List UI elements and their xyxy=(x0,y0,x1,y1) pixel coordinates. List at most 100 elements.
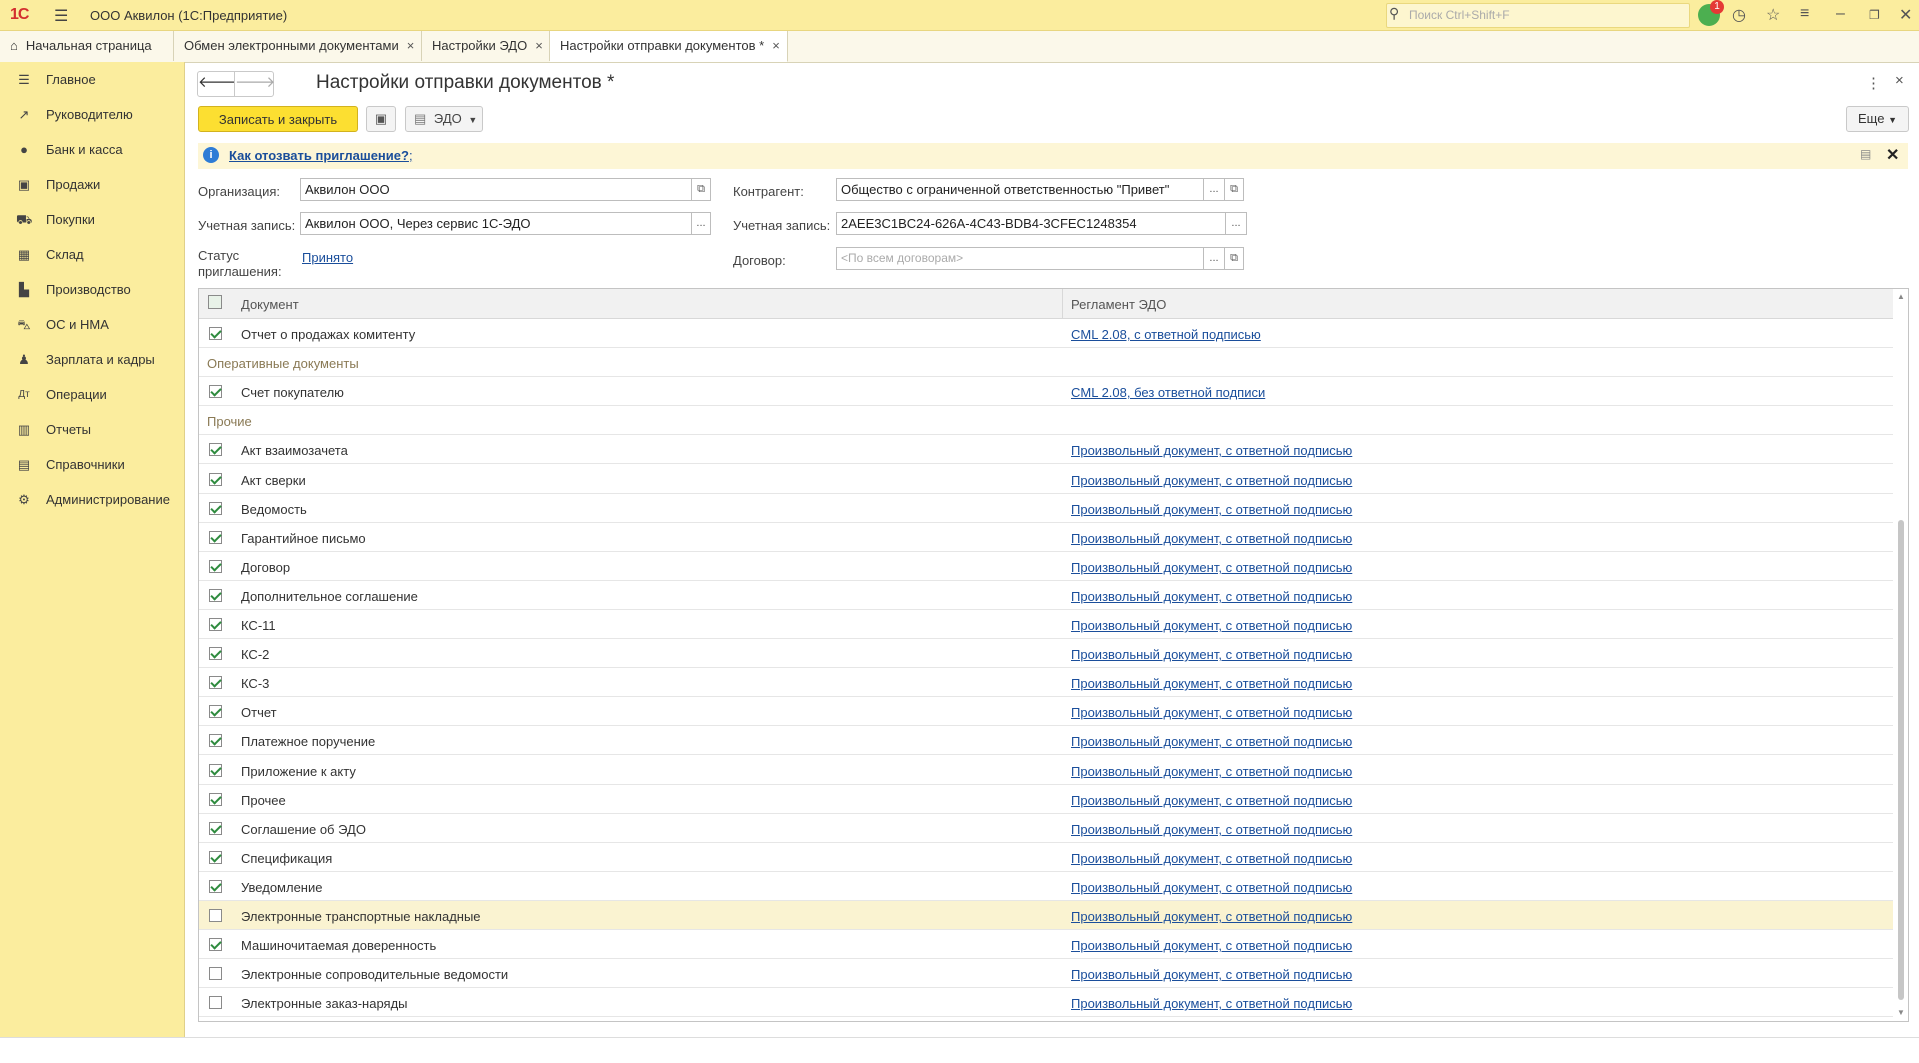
sidebar-item-main[interactable]: ☰ Главное xyxy=(0,62,184,97)
reglament-link[interactable]: Произвольный документ, с ответной подпис… xyxy=(1071,764,1352,779)
org-field[interactable]: Аквилон ООО xyxy=(300,178,692,201)
send-checkbox[interactable] xyxy=(209,531,222,544)
send-checkbox[interactable] xyxy=(209,938,222,951)
save-and-close-button[interactable]: Записать и закрыть xyxy=(198,106,358,132)
functions-menu-icon[interactable]: ≡ xyxy=(1800,5,1809,23)
select-account-button[interactable]: ... xyxy=(691,212,711,235)
table-row[interactable] xyxy=(199,872,1893,901)
scroll-up-icon[interactable]: ▲ xyxy=(1897,292,1905,301)
maximize-icon[interactable]: ❐ xyxy=(1869,8,1880,22)
favorites-icon[interactable]: ☆ xyxy=(1766,5,1780,25)
table-row[interactable] xyxy=(199,930,1893,959)
reglament-link[interactable]: Произвольный документ, с ответной подпис… xyxy=(1071,793,1352,808)
close-tab-icon[interactable]: × xyxy=(407,38,415,53)
send-checkbox[interactable] xyxy=(209,705,222,718)
send-checkbox[interactable] xyxy=(209,996,222,1009)
send-checkbox[interactable] xyxy=(209,880,222,893)
tab-send-settings[interactable]: Настройки отправки документов * × xyxy=(550,31,788,62)
edo-menu-button[interactable]: ▤ ЭДО ▼ xyxy=(405,106,483,132)
contract-field[interactable]: <По всем договорам> xyxy=(836,247,1204,270)
table-row[interactable] xyxy=(199,494,1893,523)
table-row[interactable] xyxy=(199,639,1893,668)
reglament-link[interactable]: CML 2.08, без ответной подписи xyxy=(1071,385,1265,400)
reglament-link[interactable]: Произвольный документ, с ответной подпис… xyxy=(1071,647,1352,662)
send-checkbox[interactable] xyxy=(209,618,222,631)
close-window-icon[interactable]: ✕ xyxy=(1899,5,1912,25)
send-checkbox[interactable] xyxy=(209,385,222,398)
sidebar-item-manager[interactable]: ↗ Руководителю xyxy=(0,97,184,132)
table-group-row[interactable] xyxy=(199,348,1893,377)
reglament-link[interactable]: Произвольный документ, с ответной подпис… xyxy=(1071,909,1352,924)
table-row[interactable] xyxy=(199,726,1893,755)
send-checkbox[interactable] xyxy=(209,676,222,689)
reglament-link[interactable]: Произвольный документ, с ответной подпис… xyxy=(1071,618,1352,633)
account-field[interactable]: Аквилон ООО, Через сервис 1С-ЭДО xyxy=(300,212,692,235)
send-checkbox[interactable] xyxy=(209,443,222,456)
close-form-icon[interactable]: × xyxy=(1895,72,1904,89)
reglament-link[interactable]: Произвольный документ, с ответной подпис… xyxy=(1071,822,1352,837)
counterparty-field[interactable]: Общество с ограниченной ответственностью… xyxy=(836,178,1204,201)
check-all-icon[interactable] xyxy=(208,295,222,309)
reglament-link[interactable]: Произвольный документ, с ответной подпис… xyxy=(1071,880,1352,895)
sidebar-item-production[interactable]: ▙ Производство xyxy=(0,272,184,307)
sidebar-item-reports[interactable]: ▥ Отчеты xyxy=(0,412,184,447)
sidebar-item-operations[interactable]: Дт Операции xyxy=(0,377,184,412)
more-actions-icon[interactable]: ⋮ xyxy=(1866,74,1881,92)
sidebar-item-catalogs[interactable]: ▤ Справочники xyxy=(0,447,184,482)
table-row[interactable] xyxy=(199,756,1893,785)
table-row[interactable] xyxy=(199,988,1893,1017)
send-checkbox[interactable] xyxy=(209,734,222,747)
reglament-link[interactable]: Произвольный документ, с ответной подпис… xyxy=(1071,589,1352,604)
table-row[interactable] xyxy=(199,377,1893,406)
table-row[interactable] xyxy=(199,581,1893,610)
tab-home[interactable]: ⌂ Начальная страница xyxy=(0,31,174,61)
forward-button[interactable]: 🡒 xyxy=(234,71,275,97)
cp-account-field[interactable]: 2AEE3C1BC24-626A-4C43-BDB4-3CFEC1248354 xyxy=(836,212,1226,235)
reglament-link[interactable]: Произвольный документ, с ответной подпис… xyxy=(1071,705,1352,720)
column-separator[interactable] xyxy=(1062,289,1063,318)
sidebar-item-assets[interactable]: ⛍ ОС и НМА xyxy=(0,307,184,342)
tab-edo-settings[interactable]: Настройки ЭДО × xyxy=(422,31,550,61)
history-icon[interactable]: ◷ xyxy=(1732,5,1746,25)
reglament-link[interactable]: Произвольный документ, с ответной подпис… xyxy=(1071,996,1352,1011)
document-icon[interactable]: ▤ xyxy=(1860,147,1871,161)
back-button[interactable]: 🡐 xyxy=(197,71,238,97)
main-menu-icon[interactable]: ☰ xyxy=(54,6,68,26)
send-checkbox[interactable] xyxy=(209,502,222,515)
select-contract-button[interactable]: ... xyxy=(1203,247,1225,270)
send-checkbox[interactable] xyxy=(209,909,222,922)
reglament-link[interactable]: Произвольный документ, с ответной подпис… xyxy=(1071,676,1352,691)
table-row[interactable] xyxy=(199,843,1893,872)
sidebar-item-purchases[interactable]: ⛟ Покупки xyxy=(0,202,184,237)
send-checkbox[interactable] xyxy=(209,327,222,340)
reglament-link[interactable]: Произвольный документ, с ответной подпис… xyxy=(1071,473,1352,488)
column-header-document[interactable]: Документ xyxy=(241,297,299,312)
sidebar-item-bank[interactable]: ● Банк и касса xyxy=(0,132,184,167)
sidebar-item-warehouse[interactable]: ▦ Склад xyxy=(0,237,184,272)
info-link-text[interactable]: Как отозвать приглашение? xyxy=(229,148,409,163)
table-row[interactable] xyxy=(199,465,1893,494)
send-checkbox[interactable] xyxy=(209,967,222,980)
reglament-link[interactable]: Произвольный документ, с ответной подпис… xyxy=(1071,734,1352,749)
send-checkbox[interactable] xyxy=(209,793,222,806)
select-counterparty-button[interactable]: ... xyxy=(1203,178,1225,201)
more-button[interactable]: Еще ▼ xyxy=(1846,106,1909,132)
column-header-reglament[interactable]: Регламент ЭДО xyxy=(1071,297,1166,312)
reglament-link[interactable]: CML 2.08, с ответной подписью xyxy=(1071,327,1261,342)
table-row[interactable] xyxy=(199,785,1893,814)
table-group-row[interactable] xyxy=(199,406,1893,435)
table-row[interactable] xyxy=(199,697,1893,726)
close-tab-icon[interactable]: × xyxy=(535,38,543,53)
reglament-link[interactable]: Произвольный документ, с ответной подпис… xyxy=(1071,851,1352,866)
reglament-link[interactable]: Произвольный документ, с ответной подпис… xyxy=(1071,967,1352,982)
send-checkbox[interactable] xyxy=(209,473,222,486)
open-contract-icon[interactable]: ⧉ xyxy=(1224,247,1244,270)
select-cp-account-button[interactable]: ... xyxy=(1225,212,1247,235)
send-checkbox[interactable] xyxy=(209,589,222,602)
send-checkbox[interactable] xyxy=(209,822,222,835)
table-row[interactable] xyxy=(199,668,1893,697)
scroll-down-icon[interactable]: ▼ xyxy=(1897,1008,1905,1017)
sidebar-item-admin[interactable]: ⚙ Администрирование xyxy=(0,482,184,517)
sidebar-item-sales[interactable]: ▣ Продажи xyxy=(0,167,184,202)
table-row[interactable] xyxy=(199,523,1893,552)
